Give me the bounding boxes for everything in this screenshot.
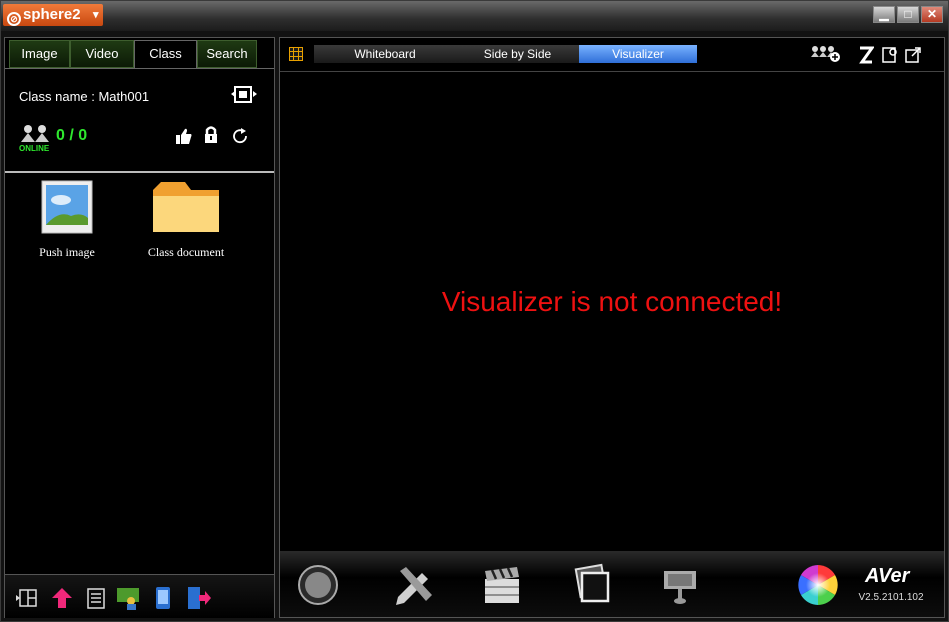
sphere-logo-icon: ⊘ (7, 12, 21, 26)
teacher-board-icon[interactable] (115, 585, 141, 611)
record-button-icon[interactable] (296, 563, 340, 607)
sleep-z-icon[interactable] (858, 46, 874, 64)
file-area: Push image Class document (5, 172, 274, 572)
tab-image[interactable]: Image (9, 40, 70, 68)
screenshot-icon[interactable] (881, 46, 899, 64)
app-menu-button[interactable]: ⊘ sphere2 ▾ (3, 4, 103, 26)
maximize-button[interactable]: □ (897, 6, 919, 23)
online-label: ONLINE (19, 144, 50, 153)
refresh-icon[interactable] (231, 127, 249, 145)
grid-menu-icon[interactable] (289, 47, 303, 61)
group-share-icon[interactable] (810, 45, 842, 63)
status-message: Visualizer is not connected! (441, 286, 783, 317)
external-window-icon[interactable] (904, 46, 922, 64)
screen-share-icon[interactable] (229, 84, 259, 106)
left-toolbar (5, 574, 274, 618)
picture-icon (41, 180, 93, 234)
left-panel: Image Video Class Search Class name : Ma… (4, 37, 275, 618)
visualizer-camera-icon[interactable] (658, 563, 702, 607)
class-document-item[interactable]: Class document (141, 180, 231, 260)
title-bar: ⊘ sphere2 ▾ ▁ □ ✕ (1, 1, 948, 31)
version-label: V2.5.2101.102 (858, 592, 924, 603)
students-icon (21, 125, 49, 142)
close-button[interactable]: ✕ (921, 6, 943, 23)
tab-visualizer[interactable]: Visualizer (579, 45, 697, 63)
layout-icon[interactable] (15, 585, 41, 611)
minimize-button[interactable]: ▁ (873, 6, 895, 23)
bottom-toolbar: AVer V2.5.2101.102 (280, 551, 944, 617)
pencil-ruler-icon[interactable] (392, 563, 436, 607)
exit-door-icon[interactable] (185, 585, 211, 611)
class-info-panel: Class name : Math001 0 / 0 ONLINE (5, 68, 274, 173)
tab-whiteboard[interactable]: Whiteboard (314, 45, 456, 63)
list-document-icon[interactable] (83, 585, 109, 611)
class-name: Class name : Math001 (19, 89, 150, 104)
tab-search[interactable]: Search (197, 40, 257, 68)
dropdown-arrow-icon: ▾ (93, 9, 99, 21)
lock-icon[interactable] (203, 125, 219, 145)
app-window: ⊘ sphere2 ▾ ▁ □ ✕ Image Video Class Search… (0, 0, 949, 622)
folder-icon (153, 182, 219, 232)
file-label: Push image (39, 245, 95, 259)
online-count: 0 / 0 (56, 127, 88, 144)
tab-side-by-side[interactable]: Side by Side (456, 45, 579, 63)
right-panel: Whiteboard Side by Side Visualizer Visua… (279, 37, 945, 618)
aver-logo: AVer (865, 565, 910, 587)
push-image-item[interactable]: Push image (22, 180, 112, 260)
tab-class[interactable]: Class (134, 40, 197, 68)
right-tab-bar: Whiteboard Side by Side Visualizer (280, 38, 944, 72)
push-up-arrow-icon[interactable] (49, 585, 75, 611)
file-label: Class document (147, 245, 225, 259)
app-title: sphere2 (23, 6, 81, 23)
color-wheel-icon[interactable] (796, 563, 840, 607)
photos-icon[interactable] (570, 563, 614, 607)
tab-video[interactable]: Video (70, 40, 134, 68)
tablet-device-icon[interactable] (150, 585, 176, 611)
thumbs-up-icon[interactable] (175, 127, 193, 145)
clapperboard-icon[interactable] (480, 563, 524, 607)
